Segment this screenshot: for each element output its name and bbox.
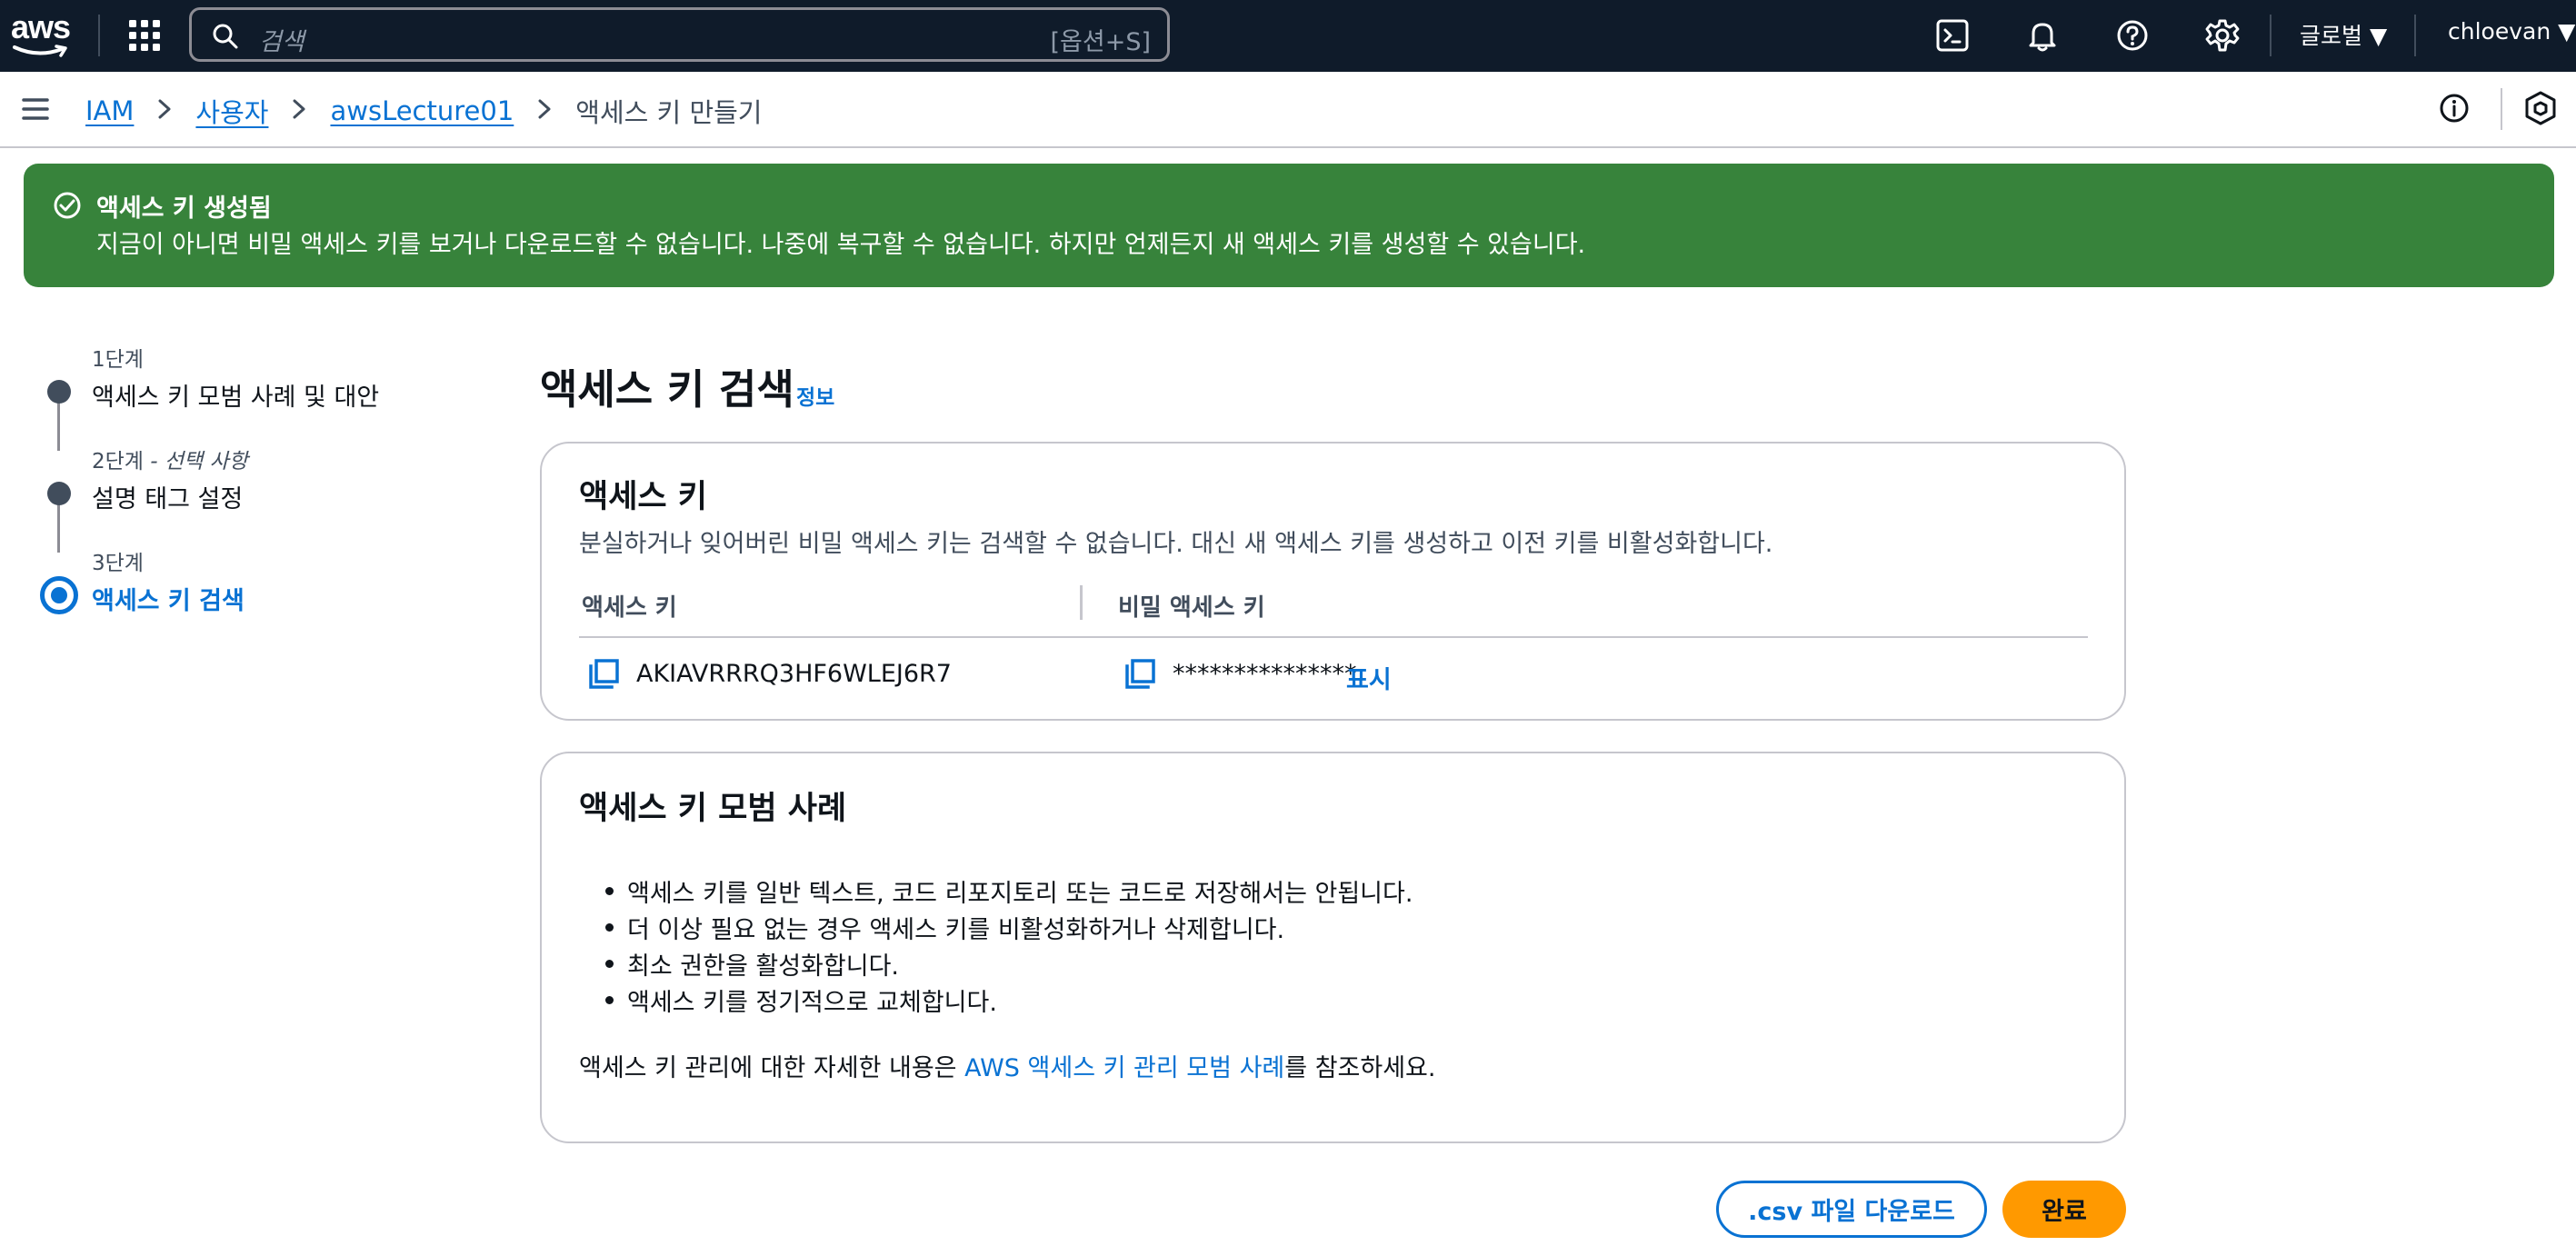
region-selector[interactable]: 글로벌 ▼ [2300,18,2387,51]
done-button[interactable]: 완료 [2002,1181,2126,1238]
access-key-card: 액세스 키 분실하거나 잊어버린 비밀 액세스 키는 검색할 수 없습니다. 대… [540,442,2126,721]
page-title: 액세스 키 검색 [540,365,794,414]
info-link[interactable]: 정보 [796,380,834,411]
account-menu[interactable]: chloevan ▼ [2448,18,2575,45]
step-1-number: 1단계 [92,348,144,372]
breadcrumb: IAM 사용자 awsLecture01 액세스 키 만들기 [85,92,762,130]
breadcrumb-user[interactable]: awsLecture01 [330,95,514,126]
list-item: 최소 권한을 활성화합니다. [604,946,1413,982]
search-icon [213,24,238,49]
list-item: 더 이상 필요 없는 경우 액세스 키를 비활성화하거나 삭제합니다. [604,910,1413,946]
chevron-right-icon [537,95,552,126]
check-circle-icon [54,192,81,219]
aws-logo-text: aws [11,8,71,45]
step-3-indicator [40,576,78,614]
list-item: 액세스 키를 일반 텍스트, 코드 리포지토리 또는 코드로 저장해서는 안됩니… [604,873,1413,910]
search-shortcut: [옵션+S] [1050,28,1151,56]
list-item: 액세스 키를 정기적으로 교체합니다. [604,982,1413,1019]
access-key-card-title: 액세스 키 [579,479,707,515]
access-key-description: 분실하거나 잊어버린 비밀 액세스 키는 검색할 수 없습니다. 대신 새 액세… [579,530,1773,558]
step-connector [57,396,60,451]
search-placeholder: 검색 [259,28,305,56]
breadcrumb-current: 액세스 키 만들기 [575,97,763,128]
access-key-column-header: 액세스 키 [582,594,677,622]
bell-icon[interactable] [2023,16,2062,55]
show-secret-key-link[interactable]: 표시 [1346,660,1392,695]
flash-message: 지금이 아니면 비밀 액세스 키를 보거나 다운로드할 수 없습니다. 나중에 … [96,231,1586,259]
more-prefix: 액세스 키 관리에 대한 자세한 내용은 [579,1054,965,1082]
gear-icon[interactable] [2203,16,2242,55]
secret-key-masked: *************** [1173,660,1357,688]
chevron-right-icon [292,95,306,126]
flash-title: 액세스 키 생성됨 [96,194,272,223]
toolbar-divider [2501,88,2502,130]
nav-divider [2414,15,2416,56]
hexagon-settings-icon[interactable] [2523,90,2558,130]
column-divider [1080,585,1083,620]
cloudshell-icon[interactable] [1933,16,1972,55]
info-icon[interactable] [2438,92,2471,128]
copy-secret-key-icon[interactable] [1123,658,1156,691]
step-1-indicator [47,380,71,404]
nav-divider [98,15,100,56]
access-key-value: AKIAVRRRQ3HF6WLEJ6R7 [636,660,952,688]
best-practices-card: 액세스 키 모범 사례 액세스 키를 일반 텍스트, 코드 리포지토리 또는 코… [540,752,2126,1143]
best-practices-title: 액세스 키 모범 사례 [579,791,847,827]
search-input[interactable]: 검색 [옵션+S] [189,7,1170,62]
best-practices-more: 액세스 키 관리에 대한 자세한 내용은 AWS 액세스 키 관리 모범 사례를… [579,1048,1435,1083]
chevron-right-icon [157,95,172,126]
step-2-title[interactable]: 설명 태그 설정 [92,479,243,514]
services-grid-icon[interactable] [127,18,162,53]
nav-divider [2270,15,2271,56]
best-practices-list: 액세스 키를 일반 텍스트, 코드 리포지토리 또는 코드로 저장해서는 안됩니… [604,873,1413,1019]
step-1-title[interactable]: 액세스 키 모범 사례 및 대안 [92,377,379,413]
step-2-indicator [47,482,71,505]
success-flash: 액세스 키 생성됨 지금이 아니면 비밀 액세스 키를 보거나 다운로드할 수 … [24,164,2554,287]
breadcrumb-users[interactable]: 사용자 [195,92,268,130]
download-csv-button[interactable]: .csv 파일 다운로드 [1716,1181,1987,1238]
secret-key-column-header: 비밀 액세스 키 [1118,594,1265,622]
step-3-number: 3단계 [92,552,144,575]
step-connector [57,498,60,553]
top-navigation: aws 검색 [옵션+S] 글로벌 ▼ chloevan ▼ [0,0,2576,72]
aws-smile-icon [13,45,67,57]
aws-logo[interactable]: aws [11,11,71,60]
copy-access-key-icon[interactable] [587,658,620,691]
menu-icon[interactable] [22,95,49,126]
breadcrumb-bar: IAM 사용자 awsLecture01 액세스 키 만들기 [0,72,2576,148]
step-3-title: 액세스 키 검색 [92,587,245,615]
step-2-number: 2단계 - 선택 사항 [92,450,248,473]
help-icon[interactable] [2113,16,2152,55]
table-divider [579,636,2088,638]
more-suffix: 를 참조하세요. [1284,1054,1436,1082]
breadcrumb-iam[interactable]: IAM [85,95,134,126]
best-practices-link[interactable]: AWS 액세스 키 관리 모범 사례 [964,1054,1284,1082]
